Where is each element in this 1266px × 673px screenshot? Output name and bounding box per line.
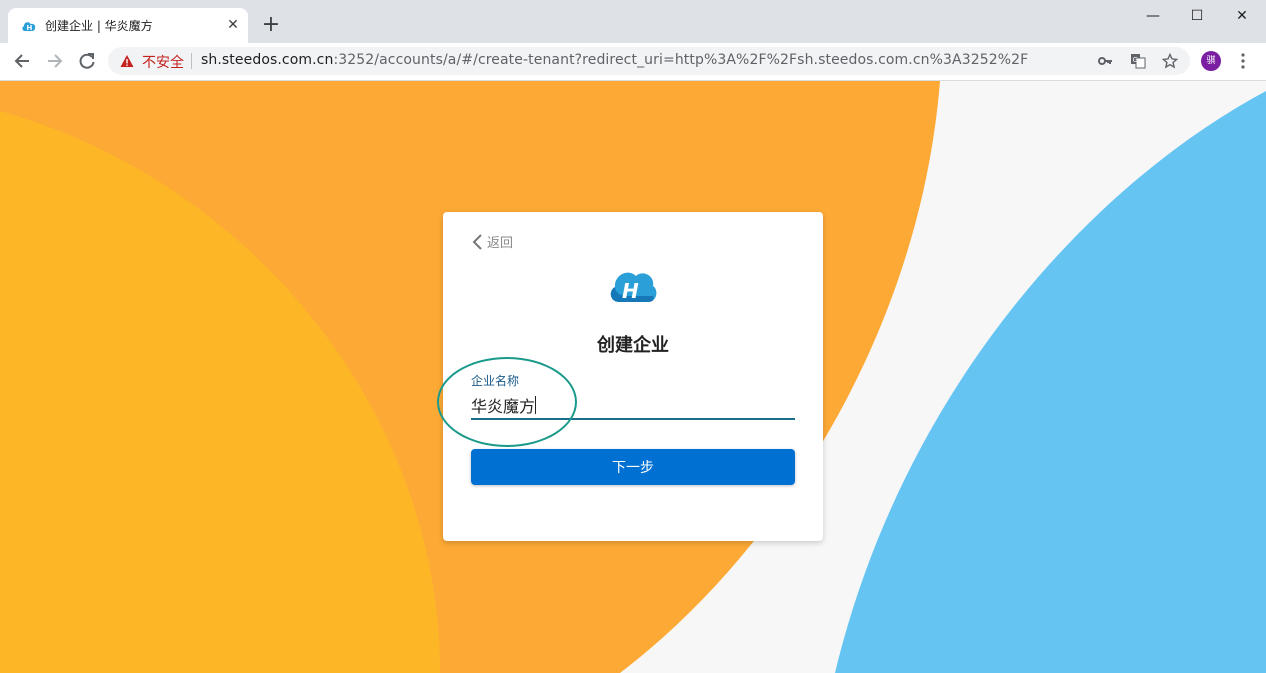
key-icon[interactable] [1095,51,1115,71]
minimize-icon[interactable]: — [1138,6,1168,26]
new-tab-button[interactable]: + [260,14,282,36]
annotation-circle [437,357,577,447]
warning-icon [120,55,134,67]
divider [191,53,192,69]
page-viewport: 返回 H 创建企业 企业名称 下一步 [0,81,1266,673]
tab-strip: H 创建企业 | 华炎魔方 ✕ + — ☐ ✕ [0,0,1266,43]
back-link[interactable]: 返回 [471,232,513,251]
reload-icon[interactable] [75,49,99,73]
security-status[interactable]: 不安全 [142,52,184,72]
browser-toolbar: 不安全 sh.steedos.com.cn:3252/accounts/a/#/… [0,43,1266,81]
bookmark-star-icon[interactable] [1160,51,1180,71]
window-close-icon[interactable]: ✕ [1227,6,1257,26]
profile-avatar[interactable]: 骐 [1201,51,1221,71]
next-step-button[interactable]: 下一步 [471,449,795,485]
browser-tab[interactable]: H 创建企业 | 华炎魔方 ✕ [8,8,248,43]
svg-text:G: G [1133,56,1138,64]
page-title: 创建企业 [597,335,669,356]
url-path: :3252/accounts/a/#/create-tenant?redirec… [333,52,1029,68]
close-tab-icon[interactable]: ✕ [224,16,242,34]
steedos-favicon-icon: H [22,22,36,32]
address-bar[interactable]: 不安全 sh.steedos.com.cn:3252/accounts/a/#/… [108,47,1190,75]
svg-text:H: H [622,279,639,303]
url-text[interactable]: sh.steedos.com.cn:3252/accounts/a/#/crea… [201,52,1028,68]
back-arrow-icon[interactable] [10,49,34,73]
back-label: 返回 [487,236,514,251]
translate-icon[interactable]: G [1128,51,1148,71]
steedos-logo-icon: H [610,272,657,303]
chevron-left-icon [472,233,482,250]
forward-arrow-icon[interactable] [43,49,67,73]
url-host: sh.steedos.com.cn [201,52,334,68]
svg-text:H: H [27,24,33,32]
tab-title: 创建企业 | 华炎魔方 [45,19,153,33]
more-menu-icon[interactable] [1234,50,1252,72]
maximize-icon[interactable]: ☐ [1182,6,1212,26]
